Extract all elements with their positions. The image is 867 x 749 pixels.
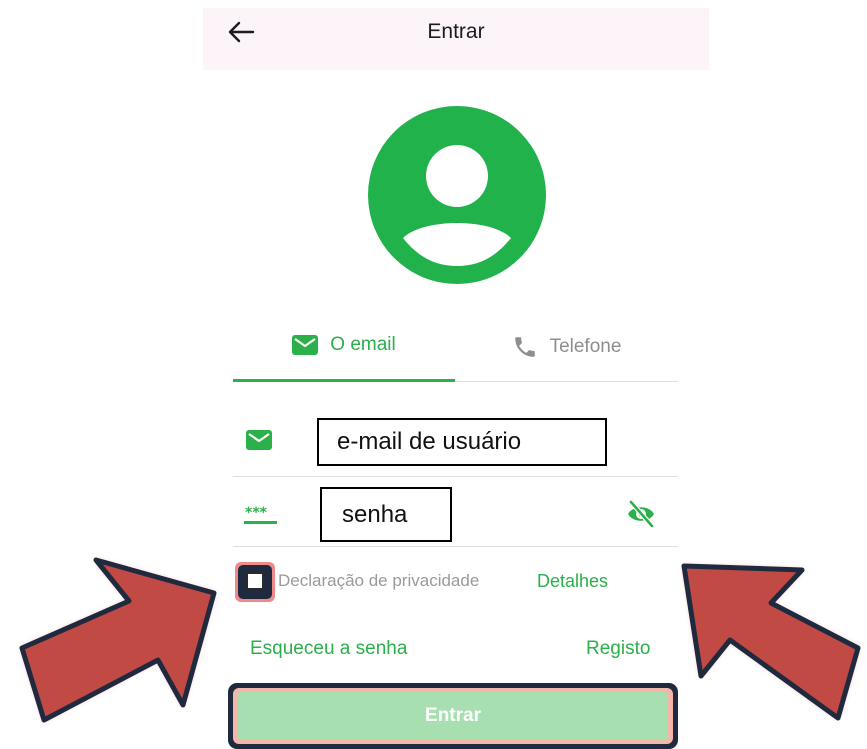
privacy-statement-label: Declaração de privacidade — [278, 571, 480, 590]
back-button[interactable] — [225, 20, 257, 44]
details-link[interactable]: Detalhes — [537, 569, 608, 593]
tab-phone-label: Telefone — [549, 336, 622, 357]
register-link[interactable]: Registo — [586, 636, 650, 662]
password-dots-icon: *** — [244, 503, 278, 530]
envelope-icon — [292, 335, 319, 355]
eye-off-icon — [628, 499, 655, 529]
avatar — [368, 106, 546, 284]
forgot-password-link[interactable]: Esqueceu a senha — [250, 636, 407, 662]
checkbox-box — [246, 572, 264, 590]
password-field[interactable]: senha — [320, 487, 452, 542]
user-circle-icon — [368, 106, 546, 284]
page-title: Entrar — [427, 20, 485, 43]
envelope-icon — [246, 430, 272, 455]
phone-icon — [514, 337, 535, 357]
email-field-underline — [233, 476, 678, 477]
tab-phone[interactable]: Telefone — [455, 324, 678, 384]
left-annotation-arrow — [19, 557, 217, 723]
svg-text:***: *** — [245, 505, 268, 521]
tab-active-indicator — [233, 379, 455, 382]
email-field[interactable]: e-mail de usuário — [317, 418, 607, 466]
tab-email[interactable]: O email — [233, 324, 455, 384]
app-header: Entrar — [203, 8, 709, 70]
tab-email-label: O email — [330, 334, 396, 355]
password-field-underline — [233, 546, 678, 547]
arrow-left-icon — [228, 21, 255, 43]
login-button[interactable]: Entrar — [238, 692, 668, 740]
toggle-password-visibility-button[interactable] — [626, 499, 656, 529]
right-annotation-arrow — [681, 563, 861, 721]
